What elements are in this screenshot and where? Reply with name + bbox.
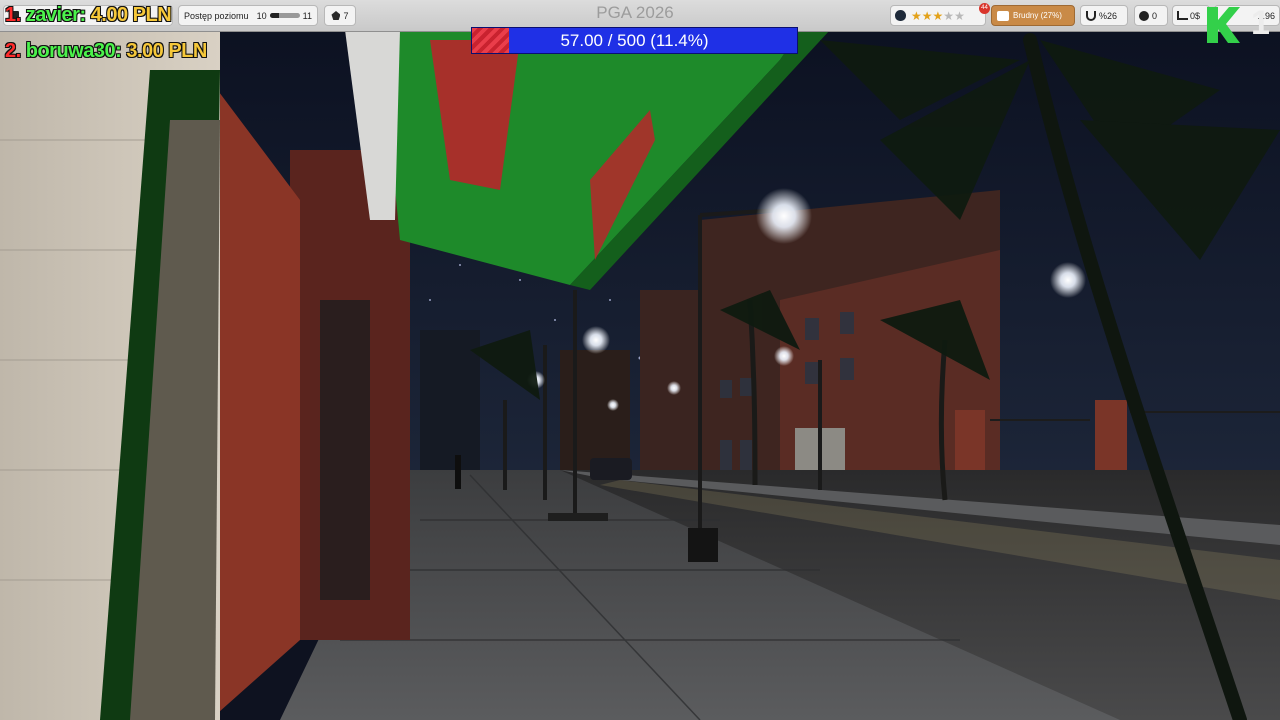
next-level: 11 bbox=[302, 10, 312, 21]
level-progress-label: Postęp poziomu bbox=[184, 10, 249, 21]
stats-label: 0$ bbox=[1190, 10, 1201, 21]
box-icon bbox=[331, 11, 341, 20]
shield-icon bbox=[895, 10, 906, 21]
star-icon: ★ bbox=[911, 8, 922, 23]
customers-panel[interactable]: 0 bbox=[1134, 5, 1168, 26]
broom-icon bbox=[997, 10, 1009, 21]
leaderboard-amount: 4.00 PLN bbox=[90, 4, 172, 26]
customer-icon bbox=[1139, 10, 1149, 21]
game-scene bbox=[0, 0, 1280, 720]
leaderboard-name: zavier: bbox=[25, 4, 86, 26]
cleanliness-panel[interactable]: Brudny (27%) bbox=[991, 5, 1075, 26]
security-label: %26 bbox=[1099, 10, 1118, 21]
star-rating: ★★★★★ bbox=[911, 10, 965, 22]
star-icon: ★ bbox=[921, 8, 933, 23]
stats-panel[interactable]: 0$ bbox=[1172, 5, 1210, 26]
star-icon: ★ bbox=[954, 8, 965, 23]
star-icon: ★ bbox=[932, 8, 944, 23]
chart-icon bbox=[1177, 11, 1188, 20]
leaderboard-amount: 3.00 PLN bbox=[126, 40, 207, 62]
boxes-count: 7 bbox=[343, 10, 349, 21]
donation-goal-bar: 57.00 / 500 (11.4%) bbox=[471, 27, 798, 54]
current-level: 10 bbox=[256, 10, 267, 21]
customers-count: 0 bbox=[1152, 10, 1158, 21]
leaderboard-rank: 2. bbox=[5, 40, 21, 62]
level-progress-fill bbox=[269, 13, 279, 18]
store-title: PGA 2026 bbox=[596, 3, 674, 22]
star-icon: ★ bbox=[943, 8, 955, 23]
leaderboard-rank: 1. bbox=[5, 4, 21, 26]
leaderboard-name: boruwa30: bbox=[25, 40, 122, 62]
boxes-panel[interactable]: 7 bbox=[324, 5, 356, 26]
cleanliness-label: Brudny (27%) bbox=[1013, 11, 1062, 20]
level-progress-panel[interactable]: Postęp poziomu 10 11 bbox=[178, 5, 318, 26]
channel-logo-number: 1 bbox=[1251, 4, 1270, 42]
store-rating-panel[interactable]: ★★★★★ bbox=[890, 5, 986, 26]
donation-goal-label: 57.00 / 500 (11.4%) bbox=[560, 31, 709, 50]
notification-badge[interactable]: 44 bbox=[979, 3, 990, 14]
level-progress-bar bbox=[269, 13, 300, 18]
channel-logo-icon bbox=[1207, 7, 1240, 43]
magnet-icon bbox=[1086, 10, 1096, 21]
leaderboard-entry: 1. zavier: 4.00 PLN bbox=[5, 4, 172, 27]
security-panel[interactable]: %26 bbox=[1080, 5, 1128, 26]
leaderboard-entry: 2. boruwa30: 3.00 PLN bbox=[5, 40, 207, 63]
